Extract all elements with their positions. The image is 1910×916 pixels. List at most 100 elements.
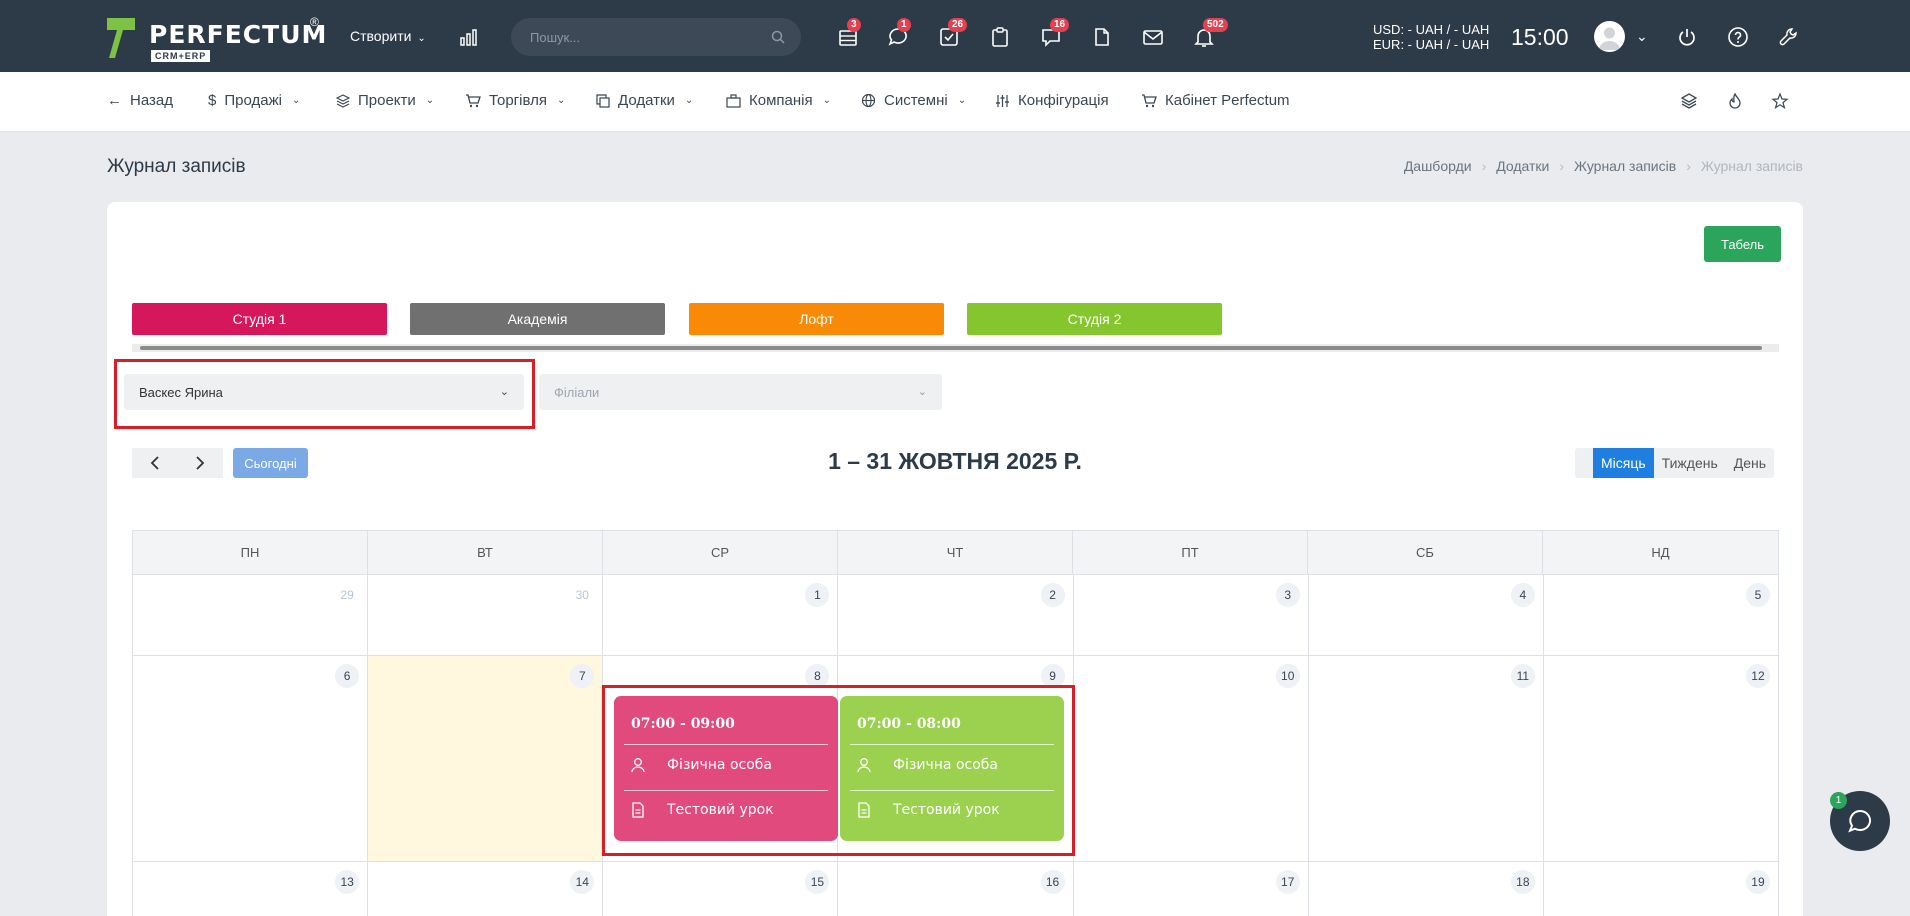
day-cell[interactable]: 6	[133, 656, 369, 862]
chat-button[interactable]: 1	[887, 18, 911, 48]
day-cell[interactable]: 15	[603, 862, 839, 916]
menu-sales[interactable]: $ Продажі ⌄	[208, 92, 300, 109]
month-calendar: ПН ВТ СР ЧТ ПТ СБ НД 29 30 1 2 3 4 5 6 7…	[132, 530, 1779, 916]
dollar-icon: $	[208, 92, 217, 109]
tables-button[interactable]: 3	[837, 18, 861, 48]
menu-projects-label: Проекти	[358, 92, 416, 109]
menu-trade[interactable]: Торгівля ⌄	[465, 92, 565, 109]
day-cell[interactable]: 4	[1308, 575, 1544, 656]
support-chat-badge: 1	[1830, 792, 1847, 809]
chevron-down-icon: ⌄	[556, 95, 566, 106]
chevron-down-icon: ⌄	[957, 95, 967, 106]
wrench-icon[interactable]	[1778, 26, 1800, 48]
main-menu: ← Назад $ Продажі ⌄ Проекти ⌄ Торгівля ⌄…	[0, 72, 1910, 132]
search-box	[511, 18, 801, 56]
view-month-button[interactable]: Місяць	[1593, 448, 1654, 478]
menu-addons[interactable]: Додатки ⌄	[596, 92, 693, 109]
scrollbar-thumb[interactable]	[140, 346, 1762, 350]
logo-registered-mark: ®	[310, 15, 319, 29]
day-cell[interactable]: 30	[368, 575, 604, 656]
clock: 15:00	[1511, 24, 1569, 50]
branches-select[interactable]: Філіали ⌄	[539, 374, 942, 410]
clipboard-button[interactable]	[989, 26, 1011, 48]
tasks-button[interactable]: 26	[938, 18, 968, 48]
menu-addons-label: Додатки	[618, 92, 675, 109]
branch-tab-studio-1[interactable]: Студія 1	[132, 303, 387, 335]
day-cell[interactable]: 5	[1543, 575, 1779, 656]
menu-system[interactable]: Системні ⌄	[861, 92, 966, 109]
breadcrumb: Дашборди › Додатки › Журнал записів › Жу…	[1404, 158, 1803, 174]
search-input[interactable]	[530, 18, 760, 56]
weekday-label: СБ	[1308, 531, 1543, 574]
files-button[interactable]	[1091, 26, 1113, 48]
day-cell[interactable]: 3	[1073, 575, 1309, 656]
tables-badge: 3	[847, 18, 861, 32]
mail-button[interactable]	[1142, 26, 1164, 48]
day-cell[interactable]: 29	[133, 575, 369, 656]
chevron-down-icon: ⌄	[917, 386, 927, 398]
tabel-button[interactable]: Табель	[1704, 226, 1781, 262]
globe-icon	[861, 93, 876, 108]
day-cell[interactable]: 11	[1308, 656, 1544, 862]
star-icon[interactable]	[1771, 92, 1789, 110]
perfectum-logo[interactable]: PERFECTUM ® CRM+ERP	[107, 15, 328, 62]
day-cell[interactable]: 14	[368, 862, 604, 916]
day-number: 29	[340, 588, 354, 602]
copy-icon	[596, 93, 610, 108]
view-week-button[interactable]: Тиждень	[1654, 448, 1726, 478]
chat-badge: 1	[897, 18, 911, 32]
branch-tab-studio-2[interactable]: Студія 2	[967, 303, 1222, 335]
logo-text: PERFECTUM	[149, 20, 328, 49]
weekday-label: НД	[1651, 545, 1670, 560]
menu-trade-label: Торгівля	[489, 92, 547, 109]
horizontal-scrollbar[interactable]	[132, 344, 1779, 352]
day-cell[interactable]: 2	[838, 575, 1074, 656]
menu-config[interactable]: Конфігурація	[995, 92, 1109, 109]
chevron-down-icon: ⌄	[822, 95, 831, 106]
breadcrumb-item[interactable]: Журнал записів	[1574, 158, 1676, 174]
bar-chart-icon[interactable]	[460, 28, 480, 46]
weekday-label: СР	[603, 531, 838, 574]
menu-config-label: Конфігурація	[1018, 92, 1109, 109]
branch-tab-loft[interactable]: Лофт	[689, 303, 944, 335]
menu-cabinet-label: Кабінет Perfectum	[1165, 92, 1290, 109]
avatar[interactable]	[1594, 21, 1625, 52]
breadcrumb-item[interactable]: Дашборди	[1404, 158, 1472, 174]
fire-icon[interactable]	[1726, 92, 1744, 110]
breadcrumb-separator-icon: ›	[1559, 158, 1565, 174]
eur-rate: EUR: - UAH / - UAH	[1373, 37, 1490, 52]
view-day-button[interactable]: День	[1726, 448, 1774, 478]
day-cell[interactable]: 10	[1073, 656, 1309, 862]
comments-button[interactable]: 16	[1040, 18, 1070, 48]
day-cell[interactable]: 1	[603, 575, 839, 656]
power-icon[interactable]	[1676, 26, 1698, 48]
menu-back[interactable]: ← Назад	[107, 92, 173, 109]
clipboard-icon	[992, 27, 1008, 47]
notifications-button[interactable]: 502	[1193, 18, 1228, 48]
day-cell[interactable]: 12	[1543, 656, 1779, 862]
help-icon[interactable]	[1727, 26, 1749, 48]
branch-tab-label: Студія 1	[232, 311, 287, 327]
menu-cabinet[interactable]: Кабінет Perfectum	[1141, 92, 1290, 109]
layers-icon[interactable]	[1680, 92, 1698, 110]
menu-projects[interactable]: Проекти ⌄	[336, 92, 434, 109]
day-cell[interactable]: 18	[1309, 862, 1544, 916]
day-cell[interactable]: 16	[838, 862, 1074, 916]
branch-tab-academy[interactable]: Академія	[410, 303, 665, 335]
day-number: 6	[335, 664, 360, 688]
weekday-header: ПН ВТ СР ЧТ ПТ СБ НД	[132, 530, 1779, 575]
chevron-down-icon: ⌄	[684, 95, 694, 106]
day-cell[interactable]: 19	[1544, 862, 1779, 916]
menu-company[interactable]: Компанія ⌄	[726, 92, 831, 109]
chevron-down-icon[interactable]: ⌄	[1636, 28, 1648, 45]
day-cell[interactable]: 13	[133, 862, 369, 916]
create-dropdown-button[interactable]: Створити ⌄	[350, 28, 426, 44]
search-icon[interactable]	[771, 30, 785, 44]
day-number: 17	[1275, 870, 1300, 894]
day-number: 10	[1275, 664, 1300, 688]
day-cell[interactable]: 17	[1074, 862, 1309, 916]
breadcrumb-item[interactable]: Додатки	[1496, 158, 1549, 174]
notifications-badge: 502	[1203, 18, 1228, 32]
day-cell-today[interactable]: 7	[368, 656, 604, 862]
cart-icon	[466, 93, 481, 107]
